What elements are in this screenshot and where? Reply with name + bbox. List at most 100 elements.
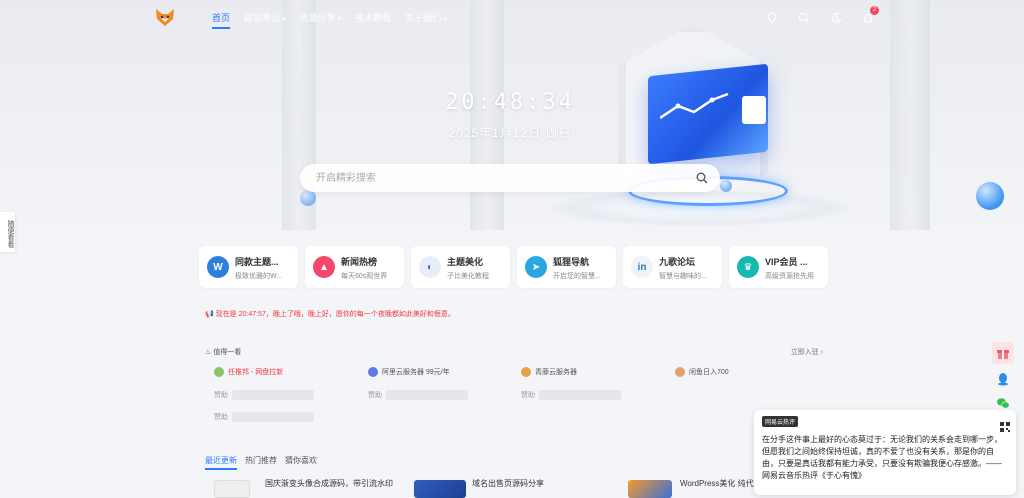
music-tag: 网易云热评: [762, 416, 799, 427]
chevron-down-icon: ▾: [337, 16, 342, 23]
avatar: [675, 367, 685, 377]
post-title[interactable]: 国庆渐变头像合成源码，带引流水印: [265, 478, 393, 489]
card-title: 新闻热榜: [341, 257, 378, 267]
tab-guess[interactable]: 猜你喜欢: [285, 455, 317, 470]
hero-banner: 20:48:34 2025年1月12日 周日: [0, 0, 1024, 240]
qq-button[interactable]: [992, 368, 1014, 390]
tab-hot[interactable]: 热门推荐: [245, 455, 277, 470]
post-thumbnail[interactable]: [628, 480, 672, 498]
music-comment-text: 在分手这件事上最好的心态莫过于：无论我们的关系会走到哪一步，但愿我们之间始终保持…: [762, 435, 1002, 480]
vip-crown-icon: ♛: [737, 256, 759, 278]
recommend-item-label: 青藤云服务器: [535, 369, 577, 376]
card-subtitle: 极致优雅的W...: [235, 273, 283, 280]
main-menu: 首页 建站笔记 ▾ 资源分享 ▾ 技术教程 关于我们 ▾: [212, 11, 447, 29]
sponsor-label: 赞助: [368, 392, 382, 399]
sponsor-slot[interactable]: 赞助: [214, 412, 314, 422]
greeting-notice: 📢 现在是 20:47:57，晚上了哦，晚上好，愿你的每一个夜晚都如此美好和惬意…: [205, 309, 455, 319]
megaphone-icon: 📢: [205, 311, 214, 318]
search-bar[interactable]: [300, 164, 720, 192]
sponsor-placeholder: [232, 412, 314, 422]
card-title: 同款主题...: [235, 257, 279, 267]
avatar: [368, 367, 378, 377]
sponsor-placeholder: [232, 390, 314, 400]
menu-item-tutorials[interactable]: 技术教程: [355, 11, 391, 29]
card-title: 九歌论坛: [659, 257, 696, 267]
clock-date: 2025年1月12日 周日: [448, 126, 572, 140]
avatar: [521, 367, 531, 377]
card-fox-nav[interactable]: ➤ 狐狸导航 开启您的智慧...: [517, 246, 616, 288]
top-navbar: 首页 建站笔记 ▾ 资源分享 ▾ 技术教程 关于我们 ▾ 2: [0, 0, 1024, 36]
card-same-theme[interactable]: W 同款主题... 极致优雅的W...: [199, 246, 298, 288]
music-comment-popup[interactable]: 网易云热评 在分手这件事上最好的心态莫过于：无论我们的关系会走到哪一步，但愿我们…: [754, 410, 1016, 495]
menu-label: 资源分享: [299, 13, 336, 23]
recommend-item[interactable]: 任推邦 - 网盘拉新: [214, 367, 283, 377]
sponsor-slot[interactable]: 赞助: [521, 390, 621, 400]
fox-logo-icon[interactable]: [154, 6, 176, 28]
card-title: 主题美化: [447, 257, 484, 267]
recommend-item-label: 任推邦 - 网盘拉新: [228, 369, 284, 376]
flame-icon: ♨: [205, 349, 212, 356]
bubble-decoration: [976, 182, 1004, 210]
sponsor-slot[interactable]: 赞助: [214, 390, 314, 400]
card-subtitle: 子比美化教程: [447, 273, 489, 280]
chevron-down-icon: ▾: [282, 16, 286, 23]
chart-line-illustration: [660, 92, 729, 120]
card-subtitle: 高级资源抢先用: [765, 273, 814, 280]
menu-label: 关于我们: [405, 13, 442, 23]
recommend-item[interactable]: 闲鱼日入700: [675, 367, 729, 377]
join-link[interactable]: 立即入驻 ›: [791, 347, 823, 357]
linkedin-icon: in: [631, 256, 653, 278]
gift-icon: [997, 350, 1009, 359]
sponsor-placeholder: [539, 390, 621, 400]
recommend-item-label: 闲鱼日入700: [689, 369, 729, 376]
card-subtitle: 每天60s观世界: [341, 273, 388, 280]
recommend-item[interactable]: 阿里云服务器 99元/年: [368, 367, 450, 377]
recommend-title-text: 值得一看: [213, 349, 242, 356]
qq-icon: [998, 373, 1008, 386]
fire-icon: ▲: [313, 256, 335, 278]
recommend-item-label: 阿里云服务器 99元/年: [382, 369, 450, 376]
post-tabs: 最近更新 热门推荐 猜你喜欢: [205, 455, 317, 470]
wordpress-icon: W: [207, 256, 229, 278]
card-forum[interactable]: in 九歌论坛 智慧与趣味的...: [623, 246, 722, 288]
notice-text: 现在是 20:47:57，晚上了哦，晚上好，愿你的每一个夜晚都如此美好和惬意。: [215, 311, 455, 318]
card-subtitle: 开启您的智慧...: [553, 273, 601, 280]
paper-plane-icon: ➤: [525, 256, 547, 278]
moon-icon[interactable]: [830, 12, 842, 24]
quick-link-cards: W 同款主题... 极致优雅的W... ▲ 新闻热榜 每天60s观世界 ◐ 主题…: [199, 246, 828, 288]
menu-item-resources[interactable]: 资源分享 ▾: [300, 11, 342, 29]
post-thumbnail[interactable]: [414, 480, 466, 498]
card-theme-beautify[interactable]: ◐ 主题美化 子比美化教程: [411, 246, 510, 288]
post-thumbnail[interactable]: [214, 480, 250, 498]
recommend-title: ♨ 值得一看: [205, 347, 241, 357]
menu-item-notes[interactable]: 建站笔记 ▾: [244, 11, 286, 29]
sponsor-placeholder: [386, 390, 468, 400]
qrcode-icon[interactable]: [1000, 422, 1010, 432]
tab-latest[interactable]: 最近更新: [205, 455, 237, 470]
recommend-item[interactable]: 青藤云服务器: [521, 367, 577, 377]
calculator-illustration: [742, 96, 766, 124]
sponsor-slot[interactable]: 赞助: [368, 390, 468, 400]
notification-badge: 2: [870, 6, 879, 15]
menu-item-home[interactable]: 首页: [212, 11, 231, 29]
random-browse-tab[interactable]: 随便看看: [0, 212, 15, 252]
search-icon[interactable]: [696, 172, 708, 184]
search-input[interactable]: [316, 164, 676, 192]
sponsor-label: 赞助: [214, 392, 228, 399]
card-vip[interactable]: ♛ VIP会员 ... 高级资源抢先用: [729, 246, 828, 288]
menu-label: 首页: [212, 13, 231, 23]
sponsor-label: 赞助: [521, 392, 535, 399]
nav-actions: 2: [766, 6, 879, 24]
location-icon[interactable]: [766, 12, 778, 24]
bubble-decoration: [720, 180, 732, 192]
search-icon[interactable]: [798, 12, 810, 24]
card-title: 狐狸导航: [553, 257, 590, 267]
menu-label: 技术教程: [355, 13, 392, 23]
card-news[interactable]: ▲ 新闻热榜 每天60s观世界: [305, 246, 404, 288]
notification-bell[interactable]: 2: [862, 6, 879, 24]
recommend-panel: ♨ 值得一看 立即入驻 › 任推邦 - 网盘拉新 阿里云服务器 99元/年 青藤…: [199, 340, 825, 440]
avatar: [214, 367, 224, 377]
gift-button[interactable]: [992, 342, 1014, 364]
menu-item-about[interactable]: 关于我们 ▾: [405, 11, 447, 29]
post-title[interactable]: 域名出售页源码分享: [472, 478, 544, 489]
